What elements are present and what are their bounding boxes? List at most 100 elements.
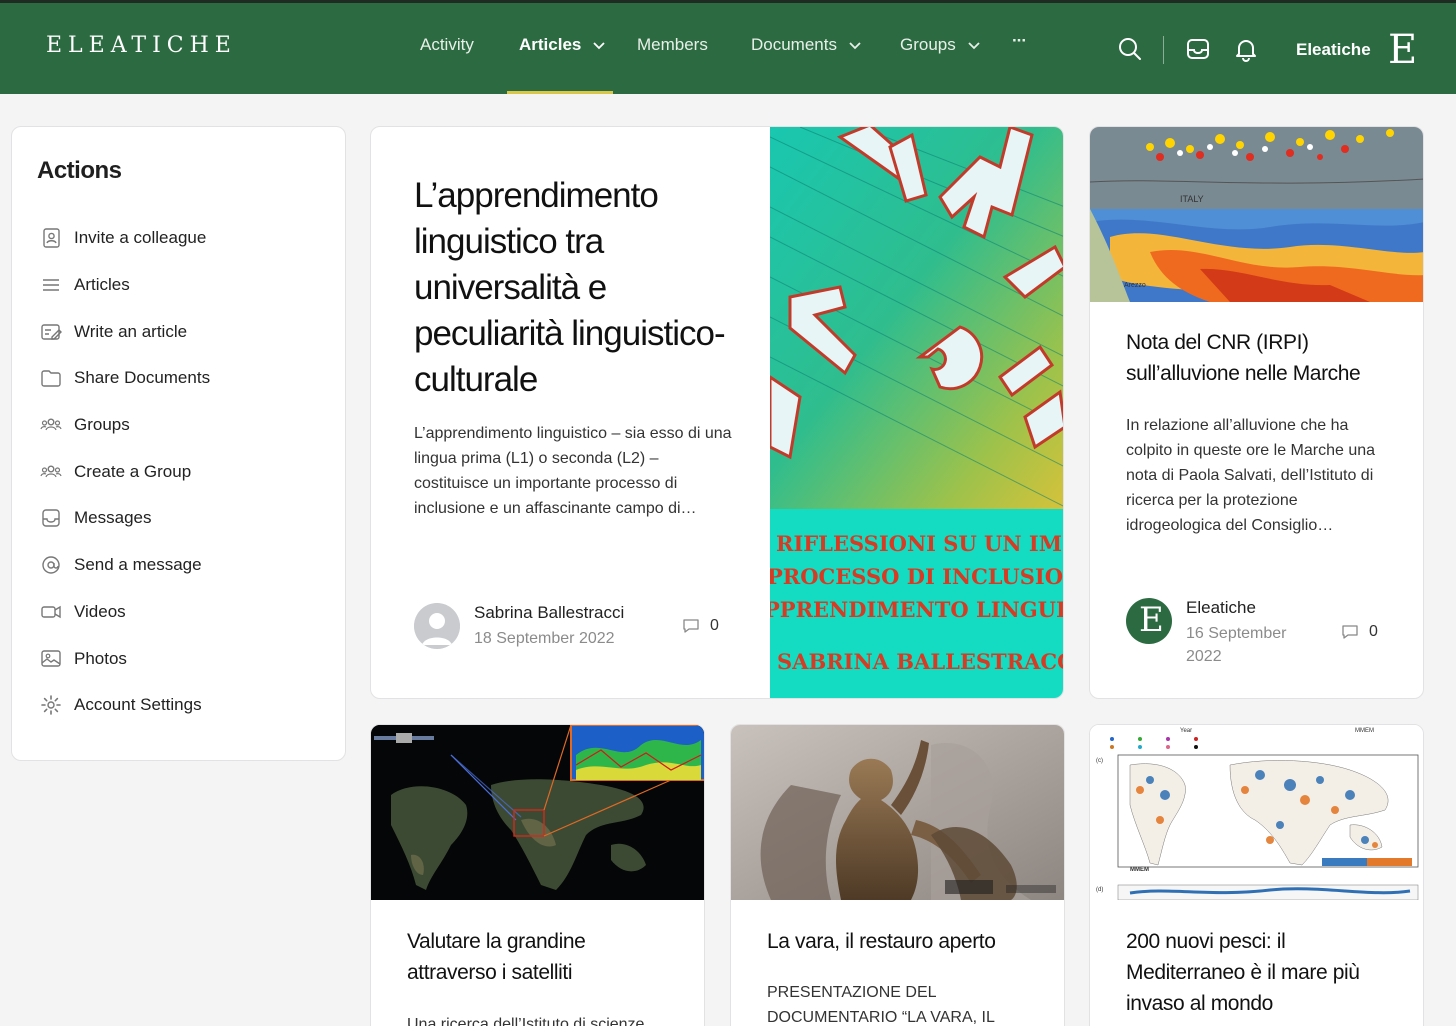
post-date: 18 September 2022 xyxy=(474,630,615,647)
nav-members-label: Members xyxy=(637,35,708,54)
action-share-documents[interactable]: Share Documents xyxy=(40,367,210,389)
action-label: Invite a colleague xyxy=(74,228,207,247)
action-invite-colleague[interactable]: Invite a colleague xyxy=(40,227,206,249)
action-photos[interactable]: Photos xyxy=(40,648,127,670)
article-title[interactable]: Nota del CNR (IRPI) sull’alluvione nelle… xyxy=(1126,327,1386,389)
chevron-down-icon xyxy=(968,42,980,50)
figure-mmem-label: MMEM xyxy=(1130,867,1149,873)
actions-title: Actions xyxy=(37,157,122,184)
action-articles[interactable]: Articles xyxy=(40,274,130,296)
action-groups[interactable]: Groups xyxy=(40,414,130,436)
figure-mmem-top: MMEM xyxy=(1355,728,1374,734)
action-label: Messages xyxy=(74,508,152,527)
list-icon xyxy=(43,279,59,291)
header-divider xyxy=(1163,36,1164,64)
action-label: Share Documents xyxy=(74,368,211,387)
action-label: Groups xyxy=(74,415,130,434)
chevron-down-icon xyxy=(593,42,606,50)
figure-panel-c: (c) xyxy=(1096,758,1103,764)
at-icon xyxy=(42,556,60,574)
featured-article-excerpt: L’apprendimento linguistico – sia esso d… xyxy=(414,425,732,517)
article-card-vara[interactable]: La vara, il restauro aperto PRESENTAZION… xyxy=(730,724,1065,1026)
action-label: Create a Group xyxy=(74,462,192,481)
user-name[interactable]: Eleatiche xyxy=(1296,40,1371,60)
action-create-group[interactable]: Create a Group xyxy=(40,461,191,483)
cover-line-1: RIFLESSIONI SU UN IMPO xyxy=(776,531,1063,556)
article-thumbnail[interactable] xyxy=(371,725,704,900)
figure-year-label: Year xyxy=(1180,728,1192,734)
inbox-icon xyxy=(42,509,60,527)
nav-groups-label: Groups xyxy=(900,35,956,54)
nav-groups[interactable]: Groups xyxy=(900,35,982,55)
article-thumbnail[interactable]: (c) (d) Year MMEM MMEM xyxy=(1090,725,1423,900)
author-name[interactable]: Eleatiche xyxy=(1186,598,1306,618)
inbox-icon[interactable] xyxy=(1185,36,1211,62)
action-messages[interactable]: Messages xyxy=(40,507,151,529)
action-send-message[interactable]: Send a message xyxy=(40,554,202,576)
featured-article-image[interactable]: RIFLESSIONI SU UN IMPO PROCESSO DI INCLU… xyxy=(768,127,1064,698)
featured-author[interactable]: Sabrina Ballestracci 18 September 2022 xyxy=(414,603,624,650)
default-avatar-icon xyxy=(414,603,460,649)
nav-articles-label: Articles xyxy=(519,35,582,54)
actions-panel: Actions Invite a colleague Articles Writ… xyxy=(11,126,346,761)
featured-article-card[interactable]: L’apprendimento linguistico tra universa… xyxy=(370,126,1064,699)
action-account-settings[interactable]: Account Settings xyxy=(40,694,202,716)
photo-icon xyxy=(41,650,61,667)
bell-icon[interactable] xyxy=(1233,36,1259,62)
action-write-article[interactable]: Write an article xyxy=(40,321,187,343)
nav-documents-label: Documents xyxy=(751,35,837,54)
site-logo[interactable]: ELEATICHE xyxy=(46,33,237,58)
avatar[interactable]: E xyxy=(1126,598,1172,644)
article-thumbnail[interactable] xyxy=(731,725,1064,900)
nav-activity[interactable]: Activity xyxy=(420,35,474,55)
avatar[interactable] xyxy=(414,603,460,649)
action-label: Photos xyxy=(74,649,127,668)
gear-icon xyxy=(41,695,61,715)
comment-icon xyxy=(683,619,699,633)
cover-text-band: RIFLESSIONI SU UN IMPO PROCESSO DI INCLU… xyxy=(770,509,1064,698)
article-title[interactable]: Valutare la grandine attraverso i satell… xyxy=(407,926,647,988)
folder-icon xyxy=(41,370,61,387)
article-author[interactable]: E Eleatiche 16 September 2022 xyxy=(1126,598,1306,668)
article-card-cnr[interactable]: ITALY Arezzo Nota del CNR (IRPI) sull’al… xyxy=(1089,126,1424,699)
comment-count-value: 0 xyxy=(710,617,719,634)
comment-count[interactable]: 0 xyxy=(682,617,719,635)
nav-members[interactable]: Members xyxy=(637,35,708,55)
video-icon xyxy=(41,605,61,619)
author-name[interactable]: Sabrina Ballestracci xyxy=(474,603,624,623)
action-videos[interactable]: Videos xyxy=(40,601,126,623)
nav-more-button[interactable]: ··· xyxy=(1012,31,1027,51)
nav-documents[interactable]: Documents xyxy=(751,35,863,55)
figure-panel-d: (d) xyxy=(1096,887,1103,893)
user-avatar[interactable]: E xyxy=(1388,30,1417,70)
article-title[interactable]: La vara, il restauro aperto xyxy=(767,926,1027,957)
action-label: Videos xyxy=(74,602,126,621)
comment-icon xyxy=(1342,625,1358,639)
map-label-arezzo: Arezzo xyxy=(1124,282,1146,289)
action-label: Account Settings xyxy=(74,695,202,714)
article-card-satelliti[interactable]: Valutare la grandine attraverso i satell… xyxy=(370,724,705,1026)
article-excerpt: In relazione all’alluvione che ha colpit… xyxy=(1126,417,1376,534)
weather-map-image: ITALY Arezzo xyxy=(1090,127,1423,302)
post-date: 16 September 2022 xyxy=(1186,625,1287,665)
article-thumbnail[interactable]: ITALY Arezzo xyxy=(1090,127,1423,302)
article-card-pesci[interactable]: (c) (d) Year MMEM MMEM 200 nuovi pesci: … xyxy=(1089,724,1424,1026)
article-excerpt: Una ricerca dell’Istituto di scienze xyxy=(407,1016,645,1026)
active-nav-indicator xyxy=(507,91,613,94)
edit-icon xyxy=(41,324,62,340)
article-excerpt: PRESENTAZIONE DEL DOCUMENTARIO “LA VARA,… xyxy=(767,984,995,1026)
users-icon xyxy=(40,418,62,431)
author-logo: E xyxy=(1139,600,1164,640)
letters-photo xyxy=(768,127,1063,509)
search-icon[interactable] xyxy=(1117,36,1143,62)
article-title[interactable]: 200 nuovi pesci: il Mediterraneo è il ma… xyxy=(1126,926,1386,1019)
nav-activity-label: Activity xyxy=(420,35,474,54)
featured-article-title[interactable]: L’apprendimento linguistico tra universa… xyxy=(414,173,744,403)
map-label-italy: ITALY xyxy=(1180,194,1204,204)
cover-line-3: PPRENDIMENTO LINGUIST xyxy=(770,597,1064,622)
users-icon xyxy=(40,465,62,478)
action-label: Write an article xyxy=(74,322,188,341)
comment-count[interactable]: 0 xyxy=(1341,623,1378,641)
precipitation-figure-image: (c) (d) Year MMEM MMEM xyxy=(1090,725,1423,900)
nav-articles[interactable]: Articles xyxy=(519,35,607,55)
